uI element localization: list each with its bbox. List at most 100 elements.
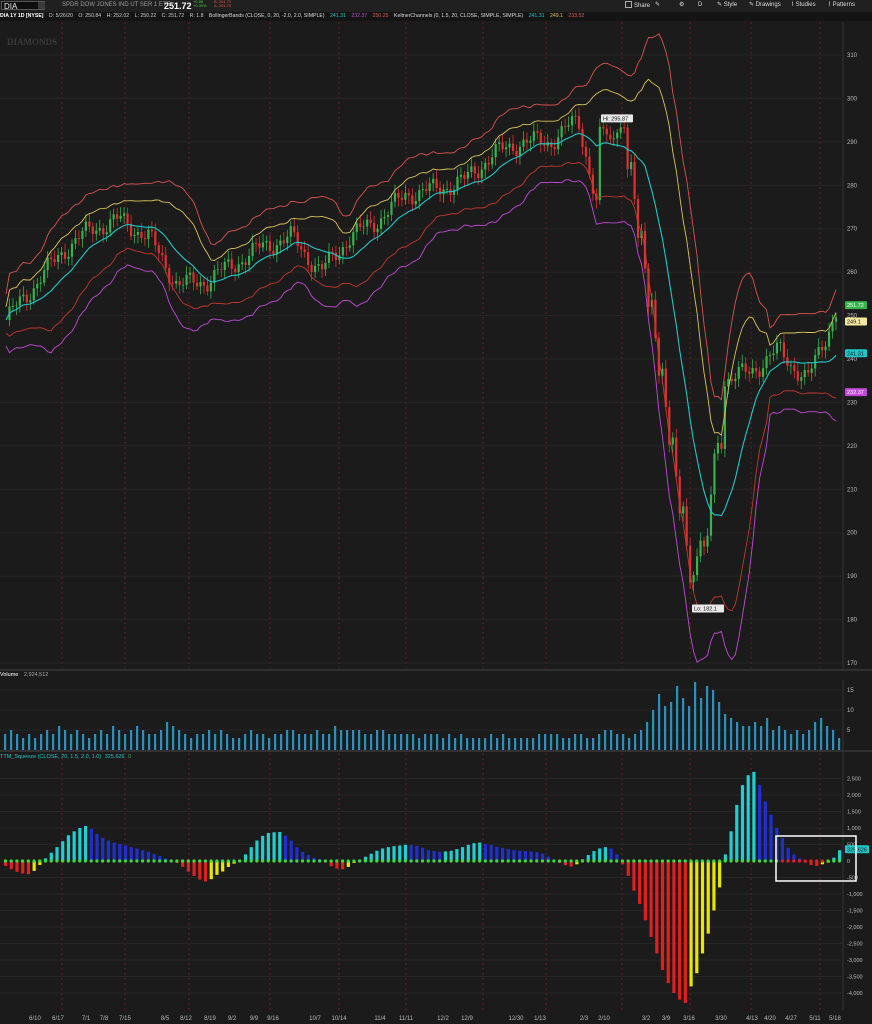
price-candle bbox=[289, 226, 292, 237]
volume-bar bbox=[568, 738, 571, 750]
squeeze-histogram-bar bbox=[261, 835, 265, 861]
squeeze-histogram-bar bbox=[746, 775, 750, 861]
volume-bar bbox=[514, 738, 517, 750]
price-candle bbox=[98, 228, 101, 231]
price-candle bbox=[317, 264, 320, 266]
squeeze-dot bbox=[66, 859, 70, 863]
squeeze-dot bbox=[9, 859, 13, 863]
volume-bar bbox=[466, 738, 469, 750]
squeeze-histogram-bar bbox=[209, 861, 213, 880]
squeeze-dot bbox=[15, 859, 19, 863]
volume-bar bbox=[646, 722, 649, 750]
squeeze-histogram-bar bbox=[106, 840, 111, 861]
price-candle bbox=[53, 259, 56, 263]
squeeze-histogram-bar bbox=[141, 850, 145, 861]
squeeze-dot bbox=[666, 859, 670, 863]
volume-bar bbox=[496, 738, 499, 750]
squeeze-histogram-bar bbox=[672, 861, 676, 993]
volume-bar bbox=[28, 734, 31, 750]
squeeze-histogram-bar bbox=[495, 846, 499, 861]
squeeze-dot bbox=[243, 859, 248, 863]
price-candle bbox=[456, 176, 459, 190]
date-tick-label: 12/9 bbox=[461, 1016, 473, 1022]
price-candle bbox=[834, 317, 838, 322]
squeeze-dot bbox=[552, 859, 556, 863]
squeeze-dot bbox=[432, 859, 436, 863]
price-candle bbox=[209, 282, 212, 292]
volume-bar bbox=[628, 738, 631, 750]
volume-bar bbox=[4, 734, 7, 750]
volume-bar bbox=[52, 734, 55, 750]
price-candle bbox=[630, 162, 633, 170]
price-candle bbox=[320, 264, 324, 270]
squeeze-dot bbox=[575, 859, 579, 863]
price-candle bbox=[268, 241, 272, 251]
volume-bar bbox=[58, 726, 61, 750]
volume-bar bbox=[676, 686, 679, 750]
squeeze-dot bbox=[386, 859, 390, 863]
price-candle bbox=[761, 368, 765, 377]
squeeze-dot bbox=[346, 859, 350, 863]
price-candle bbox=[241, 262, 244, 265]
price-candle bbox=[366, 219, 369, 227]
price-candle bbox=[95, 230, 98, 234]
date-tick-label: 12/30 bbox=[508, 1016, 524, 1022]
price-candle bbox=[213, 270, 216, 283]
squeeze-dot bbox=[586, 859, 590, 863]
price-candle bbox=[109, 219, 112, 233]
volume-bar bbox=[838, 738, 841, 750]
price-candle bbox=[251, 243, 254, 257]
date-tick-label: 2/3 bbox=[580, 1016, 589, 1022]
squeeze-histogram-bar bbox=[689, 861, 693, 987]
volume-tick-label: 10 bbox=[847, 708, 854, 714]
volume-bar bbox=[124, 734, 127, 750]
squeeze-tick-label: -3,500 bbox=[847, 975, 863, 981]
squeeze-dot bbox=[209, 859, 213, 863]
price-candle bbox=[803, 370, 806, 378]
squeeze-histogram-bar bbox=[666, 861, 670, 984]
squeeze-histogram-bar bbox=[786, 847, 790, 861]
price-candle bbox=[765, 356, 768, 369]
squeeze-dot bbox=[380, 859, 385, 863]
volume-bar bbox=[388, 734, 391, 750]
chart-canvas[interactable]: DIAMONDS Hi: 295.87 Lo: 182.1 6/10 6/17 7/1… bbox=[0, 0, 872, 1024]
volume-bar bbox=[76, 730, 79, 750]
squeeze-histogram-bar bbox=[478, 842, 482, 861]
squeeze-dot bbox=[72, 859, 76, 863]
price-candle bbox=[154, 231, 157, 246]
volume-bar bbox=[664, 706, 667, 750]
squeeze-dot bbox=[358, 859, 362, 863]
squeeze-histogram-bar bbox=[626, 861, 630, 876]
price-tick-label: 220 bbox=[847, 444, 858, 450]
price-candle bbox=[175, 280, 178, 284]
squeeze-dot bbox=[21, 859, 25, 863]
price-candle bbox=[768, 355, 772, 357]
volume-bar bbox=[754, 722, 757, 750]
price-candle bbox=[369, 219, 372, 223]
price-candle bbox=[182, 284, 185, 286]
squeeze-dot bbox=[466, 859, 470, 863]
volume-bar bbox=[616, 734, 619, 750]
price-candle bbox=[466, 171, 469, 179]
volume-bar bbox=[286, 730, 289, 750]
volume-bar bbox=[244, 734, 247, 750]
squeeze-tick-label: 1,500 bbox=[847, 810, 861, 816]
volume-bar bbox=[94, 734, 97, 750]
squeeze-dot bbox=[398, 859, 402, 863]
squeeze-dot bbox=[283, 859, 288, 863]
price-candle bbox=[383, 216, 386, 219]
price-candle bbox=[716, 443, 720, 454]
squeeze-histogram-bar bbox=[483, 843, 488, 861]
squeeze-histogram-bar bbox=[295, 847, 299, 861]
squeeze-dot bbox=[815, 859, 819, 863]
squeeze-dot bbox=[426, 859, 430, 863]
volume-bar bbox=[118, 730, 121, 750]
bollinger-mid-line bbox=[5, 132, 837, 517]
squeeze-dot bbox=[255, 859, 259, 863]
price-candle bbox=[504, 147, 508, 150]
price-candle bbox=[185, 274, 188, 285]
price-candle bbox=[800, 377, 803, 381]
price-candle bbox=[400, 197, 403, 200]
squeeze-tick-label: -2,000 bbox=[847, 925, 863, 931]
price-tick-label: 190 bbox=[847, 574, 858, 580]
